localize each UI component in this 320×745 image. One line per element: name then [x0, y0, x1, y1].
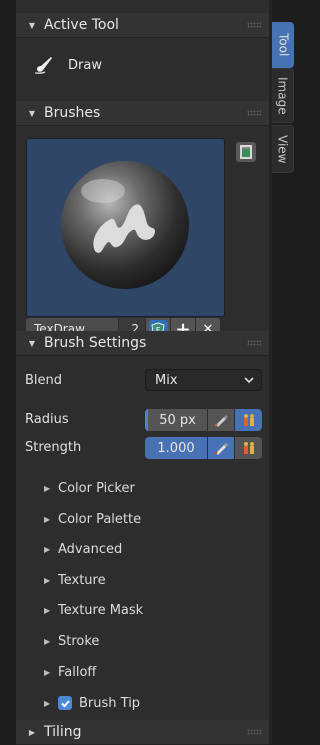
expand-triangle-icon: ▶	[44, 667, 51, 677]
panel-title: Brushes	[44, 105, 101, 121]
tab-tool-label: Tool	[276, 33, 291, 57]
pen-pressure-icon	[214, 443, 228, 455]
blend-value: Mix	[155, 372, 178, 388]
active-tool-header[interactable]: ▼ Active Tool	[16, 13, 269, 38]
pen-pressure-icon	[214, 415, 228, 427]
collapse-triangle-icon: ▼	[28, 338, 36, 348]
subpanel-color-palette[interactable]: ▶ Color Palette	[44, 508, 141, 530]
brush-settings-header[interactable]: ▼ Brush Settings	[16, 331, 269, 356]
radius-unit-button[interactable]	[235, 409, 262, 431]
blend-dropdown[interactable]: Mix	[145, 369, 262, 391]
panel-title: Active Tool	[44, 17, 119, 33]
subpanel-brush-tip[interactable]: ▶ Brush Tip	[44, 692, 140, 714]
panel-title: Brush Settings	[44, 335, 147, 351]
subpanel-label: Texture Mask	[58, 602, 144, 618]
expand-triangle-icon: ▶	[44, 544, 51, 554]
subpanel-label: Advanced	[58, 541, 123, 557]
strength-pressure-button[interactable]	[208, 437, 234, 459]
expand-triangle-icon: ▶	[28, 727, 36, 737]
expand-triangle-icon: ▶	[44, 698, 51, 708]
tab-image-label: Image	[275, 76, 290, 115]
drag-grip-icon[interactable]	[247, 340, 261, 346]
subpanel-label: Stroke	[58, 633, 100, 649]
strength-field[interactable]: 1.000	[145, 437, 207, 459]
strength-label: Strength	[25, 440, 82, 455]
tab-tool[interactable]: Tool	[272, 22, 294, 68]
collapse-triangle-icon: ▼	[28, 20, 36, 30]
subpanel-label: Brush Tip	[79, 695, 141, 711]
subpanel-texture-mask[interactable]: ▶ Texture Mask	[44, 599, 143, 621]
subpanel-falloff[interactable]: ▶ Falloff	[44, 661, 96, 683]
panel-title: Tiling	[44, 724, 82, 740]
expand-triangle-icon: ▶	[44, 514, 51, 524]
subpanel-color-picker[interactable]: ▶ Color Picker	[44, 477, 135, 499]
brush-preview[interactable]	[26, 138, 225, 317]
subpanel-stroke[interactable]: ▶ Stroke	[44, 630, 99, 652]
subpanel-label: Falloff	[58, 664, 97, 680]
expand-triangle-icon: ▶	[44, 636, 51, 646]
radius-field[interactable]: 50 px	[145, 409, 207, 431]
tiling-header[interactable]: ▶ Tiling	[16, 720, 269, 745]
tab-view[interactable]: View	[272, 125, 294, 173]
expand-triangle-icon: ▶	[44, 575, 51, 585]
drag-grip-icon[interactable]	[247, 110, 261, 116]
brushes-header[interactable]: ▼ Brushes	[16, 101, 269, 126]
blend-label: Blend	[25, 373, 63, 388]
brush-preview-sphere	[61, 161, 189, 289]
brush-tip-checkbox[interactable]	[58, 696, 72, 710]
checkmark-icon	[60, 699, 70, 707]
subpanel-texture[interactable]: ▶ Texture	[44, 569, 106, 591]
tab-view-label: View	[275, 134, 290, 164]
tab-image[interactable]: Image	[272, 68, 294, 123]
strength-unit-button[interactable]	[235, 437, 262, 459]
image-doc-icon	[240, 145, 252, 159]
active-tool-row[interactable]: Draw	[16, 48, 269, 82]
drag-grip-icon[interactable]	[247, 729, 261, 735]
people-icon	[243, 414, 254, 426]
subpanel-label: Color Palette	[58, 511, 142, 527]
subpanel-label: Color Picker	[58, 480, 135, 496]
radius-label: Radius	[25, 412, 69, 427]
collapse-triangle-icon: ▼	[28, 108, 36, 118]
radius-pressure-button[interactable]	[208, 409, 234, 431]
expand-triangle-icon: ▶	[44, 605, 51, 615]
subpanel-advanced[interactable]: ▶ Advanced	[44, 538, 122, 560]
draw-brush-icon	[34, 57, 52, 74]
drag-grip-icon[interactable]	[247, 22, 261, 28]
expand-triangle-icon: ▶	[44, 483, 51, 493]
subpanel-label: Texture	[58, 572, 106, 588]
brush-image-button[interactable]	[236, 142, 256, 162]
tool-name: Draw	[68, 57, 102, 73]
chevron-down-icon	[244, 377, 254, 384]
people-icon	[243, 442, 254, 454]
